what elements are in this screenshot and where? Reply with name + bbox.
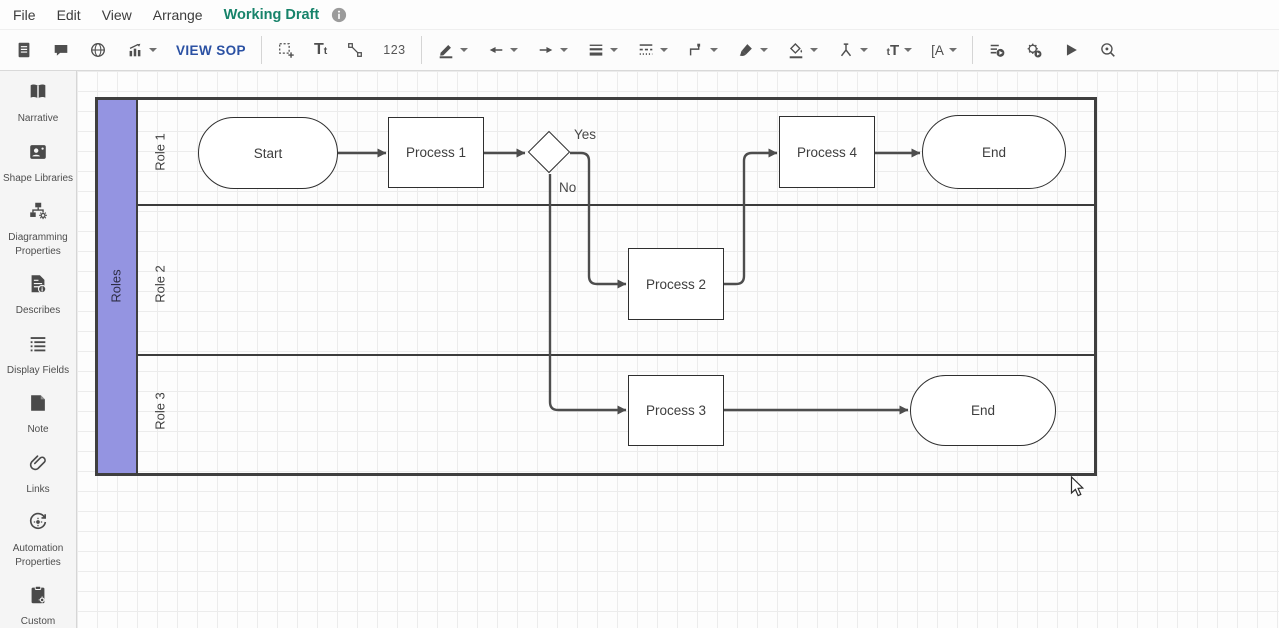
sidebar-item-label: Links xyxy=(26,483,49,497)
sidebar-item-custom-properties[interactable]: Custom Properties xyxy=(2,584,74,628)
sidebar-item-label: Shape Libraries xyxy=(3,172,73,186)
sidebar-item-label: Note xyxy=(27,423,48,437)
sidebar-item-links[interactable]: Links xyxy=(2,452,74,497)
sidebar-item-label: Describes xyxy=(16,304,60,318)
line-color-icon[interactable] xyxy=(437,41,468,59)
edge-label-no[interactable]: No xyxy=(559,180,576,195)
node-start[interactable]: Start xyxy=(198,117,338,189)
node-end-role3[interactable]: End xyxy=(910,375,1056,446)
lane-label-role-1[interactable]: Role 1 xyxy=(153,133,168,171)
run-list-icon[interactable] xyxy=(988,41,1006,59)
working-draft-status[interactable]: Working Draft xyxy=(224,7,320,23)
brush-icon[interactable] xyxy=(737,41,768,59)
sidebar-item-narrative[interactable]: Narrative xyxy=(2,81,74,126)
sidebar-item-label: Diagramming Properties xyxy=(2,231,74,258)
toolbar: VIEW SOP Tt 123 xyxy=(0,30,1279,71)
mouse-cursor xyxy=(1070,476,1086,503)
node-process-1[interactable]: Process 1 xyxy=(388,117,484,188)
menu-bar: File Edit View Arrange Working Draft xyxy=(0,0,1279,30)
node-process-2[interactable]: Process 2 xyxy=(628,248,724,320)
caret-down-icon xyxy=(710,48,718,52)
sidebar-item-diagramming-properties[interactable]: Diagramming Properties xyxy=(2,200,74,258)
line-weight-icon[interactable] xyxy=(587,41,618,59)
left-sidebar: Narrative Shape Libraries Diagramming Pr… xyxy=(0,71,77,628)
lane-label-role-3[interactable]: Role 3 xyxy=(153,392,168,430)
sidebar-item-label: Automation Properties xyxy=(2,542,74,569)
caret-down-icon xyxy=(660,48,668,52)
sidebar-item-automation-properties[interactable]: Automation Properties xyxy=(2,511,74,569)
caret-down-icon xyxy=(610,48,618,52)
shape-card-icon xyxy=(27,141,49,168)
toolbar-group-run xyxy=(973,30,1132,70)
edge-label-yes[interactable]: Yes xyxy=(574,127,596,142)
caret-down-icon xyxy=(860,48,868,52)
insights-chart-icon[interactable] xyxy=(126,41,157,59)
app-root: File Edit View Arrange Working Draft VIE… xyxy=(0,0,1279,628)
automation-gear-icon xyxy=(27,511,49,538)
line-style-icon[interactable] xyxy=(637,41,668,59)
sidebar-item-shape-libraries[interactable]: Shape Libraries xyxy=(2,141,74,186)
globe-icon[interactable] xyxy=(89,41,107,59)
run-settings-icon[interactable] xyxy=(1025,41,1043,59)
sidebar-item-display-fields[interactable]: Display Fields xyxy=(2,333,74,378)
sidebar-item-label: Custom Properties xyxy=(2,615,74,628)
arrow-start-icon[interactable] xyxy=(487,41,518,59)
zoom-icon[interactable] xyxy=(1099,41,1117,59)
font-size-icon[interactable]: tT xyxy=(887,42,913,59)
sidebar-item-describes[interactable]: Describes xyxy=(2,273,74,318)
font-family-icon[interactable]: [A xyxy=(931,43,957,58)
play-icon[interactable] xyxy=(1062,41,1080,59)
fill-color-icon[interactable] xyxy=(787,41,818,59)
lane-divider[interactable] xyxy=(138,204,1094,206)
document-icon[interactable] xyxy=(15,41,33,59)
document-info-icon xyxy=(27,273,49,300)
comment-icon[interactable] xyxy=(52,41,70,59)
caret-down-icon xyxy=(149,48,157,52)
multi-select-icon[interactable] xyxy=(277,41,295,59)
toolbar-group-document: VIEW SOP xyxy=(0,30,261,70)
connector-shape-icon[interactable] xyxy=(687,41,718,59)
sidebar-item-label: Narrative xyxy=(18,112,59,126)
lane-divider[interactable] xyxy=(138,354,1094,356)
clipboard-gear-icon xyxy=(27,584,49,611)
flowchart-gear-icon xyxy=(27,200,49,227)
caret-down-icon xyxy=(810,48,818,52)
menu-edit[interactable]: Edit xyxy=(57,7,81,23)
menu-file[interactable]: File xyxy=(13,7,36,23)
node-end-role1[interactable]: End xyxy=(922,115,1066,189)
pool-title[interactable]: Roles xyxy=(109,269,124,302)
node-process-3[interactable]: Process 3 xyxy=(628,375,724,446)
toolbar-group-insert: Tt 123 xyxy=(262,30,421,70)
view-sop-button[interactable]: VIEW SOP xyxy=(176,43,246,58)
menu-view[interactable]: View xyxy=(102,7,132,23)
caret-down-icon xyxy=(904,48,912,52)
numbering-tool[interactable]: 123 xyxy=(383,43,405,57)
list-icon xyxy=(27,333,49,360)
lane-label-role-2[interactable]: Role 2 xyxy=(153,265,168,303)
book-icon xyxy=(27,81,49,108)
menu-arrange[interactable]: Arrange xyxy=(153,7,203,23)
caret-down-icon xyxy=(560,48,568,52)
paperclip-icon xyxy=(27,452,49,479)
toolbar-group-style: tT [A xyxy=(422,30,972,70)
caret-down-icon xyxy=(949,48,957,52)
diagram-canvas[interactable]: Roles Role 1 Role 2 Role 3 Yes No xyxy=(77,71,1279,628)
node-process-4[interactable]: Process 4 xyxy=(779,116,875,188)
note-icon xyxy=(27,392,49,419)
sidebar-item-label: Display Fields xyxy=(7,364,69,378)
caret-down-icon xyxy=(460,48,468,52)
info-icon[interactable] xyxy=(331,7,347,23)
caret-down-icon xyxy=(760,48,768,52)
connector-icon[interactable] xyxy=(346,41,364,59)
waypoint-icon[interactable] xyxy=(837,41,868,59)
arrow-end-icon[interactable] xyxy=(537,41,568,59)
sidebar-item-note[interactable]: Note xyxy=(2,392,74,437)
caret-down-icon xyxy=(510,48,518,52)
text-icon[interactable]: Tt xyxy=(314,41,327,59)
